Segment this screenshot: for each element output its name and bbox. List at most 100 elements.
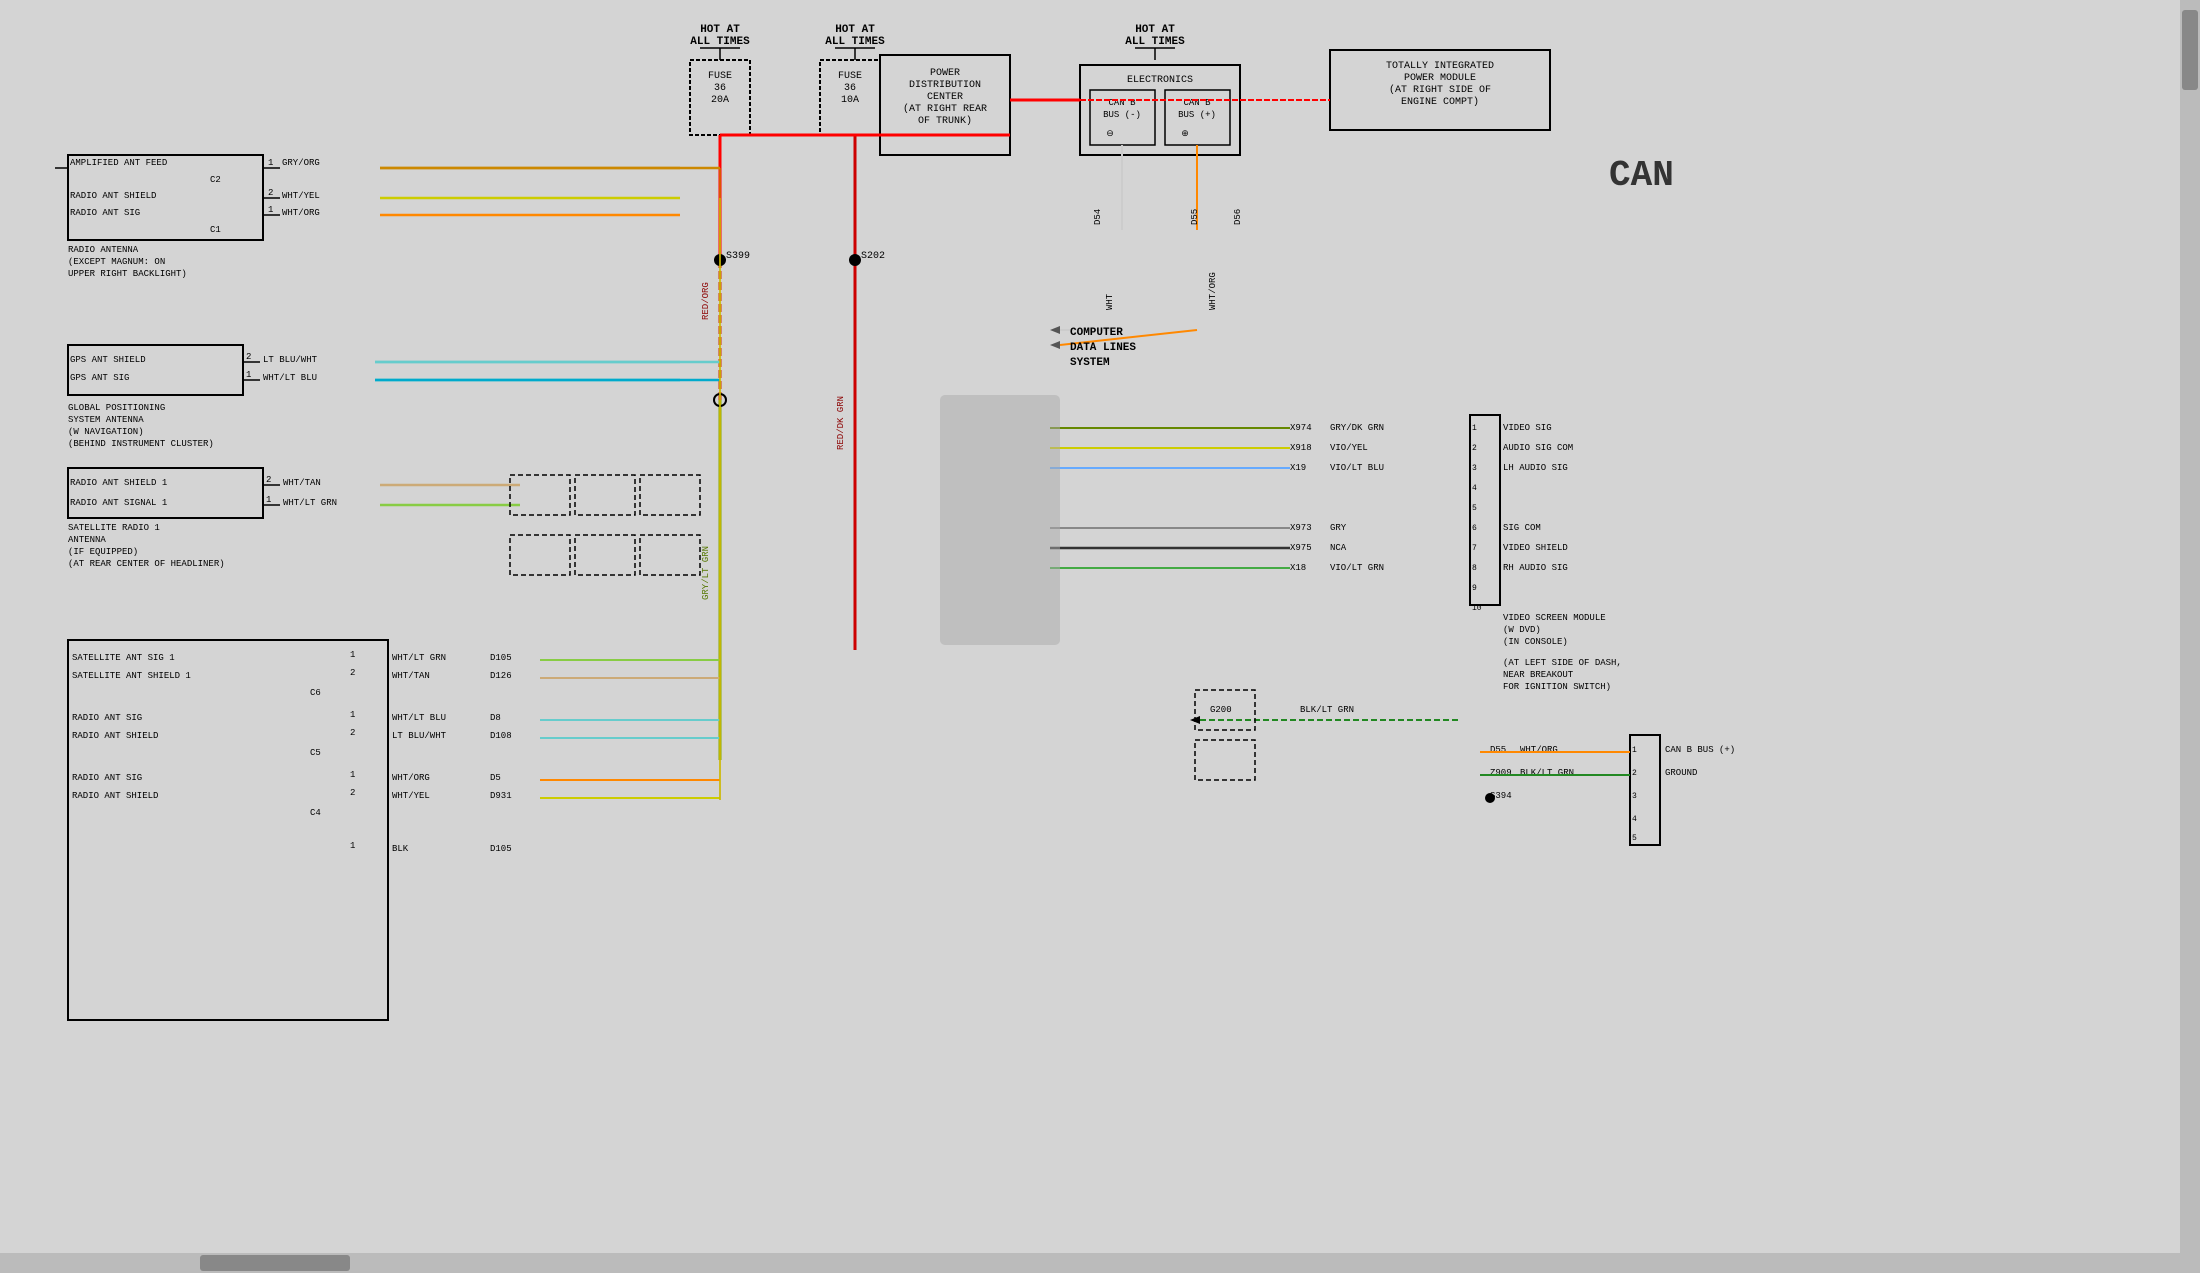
svg-text:WHT/LT GRN: WHT/LT GRN [392,653,446,663]
svg-text:10A: 10A [841,95,859,106]
svg-text:RED/DK GRN: RED/DK GRN [836,396,846,450]
svg-text:RADIO ANTENNA: RADIO ANTENNA [68,245,139,255]
svg-text:1: 1 [350,710,355,720]
svg-text:GRY/LT GRN: GRY/LT GRN [701,546,711,600]
svg-text:2: 2 [246,352,251,362]
svg-text:FUSE: FUSE [708,71,732,82]
svg-text:2: 2 [350,728,355,738]
svg-text:X18: X18 [1290,563,1306,573]
svg-text:36: 36 [714,83,726,94]
svg-text:GRY/ORG: GRY/ORG [282,158,320,168]
svg-text:ALL TIMES: ALL TIMES [690,36,750,48]
svg-text:2: 2 [1632,769,1637,778]
svg-text:D5: D5 [490,773,501,783]
svg-text:HOT AT: HOT AT [700,24,740,36]
svg-text:WHT/LT GRN: WHT/LT GRN [283,498,337,508]
svg-text:6: 6 [1472,524,1477,533]
svg-text:WHT/ORG: WHT/ORG [282,208,320,218]
svg-text:(IN CONSOLE): (IN CONSOLE) [1503,637,1568,647]
svg-text:C1: C1 [210,225,221,235]
svg-text:3: 3 [1472,464,1477,473]
svg-text:(AT LEFT SIDE OF DASH,: (AT LEFT SIDE OF DASH, [1503,658,1622,668]
svg-text:POWER MODULE: POWER MODULE [1404,73,1476,84]
svg-text:C2: C2 [210,175,221,185]
svg-text:OF TRUNK): OF TRUNK) [918,115,972,127]
svg-text:S399: S399 [726,251,750,262]
svg-text:FOR IGNITION SWITCH): FOR IGNITION SWITCH) [1503,682,1611,692]
svg-text:RH AUDIO SIG: RH AUDIO SIG [1503,563,1568,573]
svg-text:GPS ANT SHIELD: GPS ANT SHIELD [70,355,146,365]
svg-text:⊕: ⊕ [1181,129,1189,139]
svg-text:NEAR BREAKOUT: NEAR BREAKOUT [1503,670,1574,680]
svg-text:RADIO ANT SHIELD 1: RADIO ANT SHIELD 1 [70,478,167,488]
svg-text:ANTENNA: ANTENNA [68,535,106,545]
svg-text:WHT/ORG: WHT/ORG [1520,745,1558,755]
svg-text:D55: D55 [1190,209,1200,225]
svg-text:G200: G200 [1210,705,1232,715]
svg-text:C6: C6 [310,688,321,698]
svg-text:WHT: WHT [1105,293,1115,310]
svg-text:D931: D931 [490,791,512,801]
svg-text:WHT/LT BLU: WHT/LT BLU [263,373,317,383]
svg-text:Z909: Z909 [1490,768,1512,778]
svg-text:LH AUDIO SIG: LH AUDIO SIG [1503,463,1568,473]
svg-text:GROUND: GROUND [1665,768,1697,778]
svg-text:10: 10 [1472,604,1482,613]
svg-text:VIDEO SIG: VIDEO SIG [1503,423,1552,433]
svg-text:D108: D108 [490,731,512,741]
svg-text:WHT/YEL: WHT/YEL [282,191,320,201]
svg-text:BLK/LT GRN: BLK/LT GRN [1300,705,1354,715]
svg-text:SIG COM: SIG COM [1503,523,1541,533]
svg-text:X975: X975 [1290,543,1312,553]
svg-text:5: 5 [1472,504,1477,513]
svg-text:RADIO ANT SIGNAL 1: RADIO ANT SIGNAL 1 [70,498,167,508]
svg-text:(AT RIGHT REAR: (AT RIGHT REAR [903,103,987,115]
svg-text:GRY/DK GRN: GRY/DK GRN [1330,423,1384,433]
svg-text:2: 2 [268,188,273,198]
svg-text:VIO/LT GRN: VIO/LT GRN [1330,563,1384,573]
svg-text:X973: X973 [1290,523,1312,533]
svg-text:20A: 20A [711,95,729,106]
svg-text:RED/ORG: RED/ORG [701,282,711,320]
svg-text:TOTALLY INTEGRATED: TOTALLY INTEGRATED [1386,61,1494,72]
svg-text:AUDIO SIG COM: AUDIO SIG COM [1503,443,1573,453]
svg-text:(AT RIGHT SIDE OF: (AT RIGHT SIDE OF [1389,84,1491,96]
svg-text:DATA LINES: DATA LINES [1070,342,1136,354]
svg-text:CAN: CAN [1609,155,1674,196]
svg-text:4: 4 [1632,815,1637,824]
svg-text:2: 2 [350,668,355,678]
svg-text:HOT AT: HOT AT [1135,24,1175,36]
svg-text:(BEHIND INSTRUMENT CLUSTER): (BEHIND INSTRUMENT CLUSTER) [68,439,214,449]
svg-text:36: 36 [844,83,856,94]
svg-text:D105: D105 [490,653,512,663]
svg-text:LT BLU/WHT: LT BLU/WHT [392,731,447,741]
svg-text:GLOBAL POSITIONING: GLOBAL POSITIONING [68,403,165,413]
svg-text:VIDEO SHIELD: VIDEO SHIELD [1503,543,1568,553]
svg-text:4: 4 [1472,484,1477,493]
svg-text:HOT AT: HOT AT [835,24,875,36]
svg-text:RADIO ANT SIG: RADIO ANT SIG [72,713,142,723]
svg-text:WHT/ORG: WHT/ORG [1208,272,1218,310]
svg-text:CAN B BUS (+): CAN B BUS (+) [1665,745,1735,755]
svg-text:NCA: NCA [1330,543,1347,553]
svg-text:9: 9 [1472,584,1477,593]
svg-text:1: 1 [268,205,273,215]
svg-text:DISTRIBUTION: DISTRIBUTION [909,80,981,91]
svg-text:(W DVD): (W DVD) [1503,625,1541,635]
svg-text:1: 1 [1632,746,1637,755]
svg-text:SATELLITE ANT SHIELD 1: SATELLITE ANT SHIELD 1 [72,671,191,681]
svg-text:C5: C5 [310,748,321,758]
svg-text:SATELLITE ANT SIG 1: SATELLITE ANT SIG 1 [72,653,175,663]
svg-text:BUS (-): BUS (-) [1103,110,1141,120]
svg-text:LT BLU/WHT: LT BLU/WHT [263,355,318,365]
svg-text:2: 2 [1472,444,1477,453]
svg-text:ALL TIMES: ALL TIMES [825,36,885,48]
svg-text:1: 1 [350,770,355,780]
svg-text:D8: D8 [490,713,501,723]
svg-text:BLK/LT GRN: BLK/LT GRN [1520,768,1574,778]
svg-text:RADIO ANT SHIELD: RADIO ANT SHIELD [72,791,158,801]
svg-text:RADIO ANT SHIELD: RADIO ANT SHIELD [70,191,156,201]
svg-text:8: 8 [1472,564,1477,573]
svg-text:1: 1 [1472,424,1477,433]
svg-text:COMPUTER: COMPUTER [1070,327,1123,339]
